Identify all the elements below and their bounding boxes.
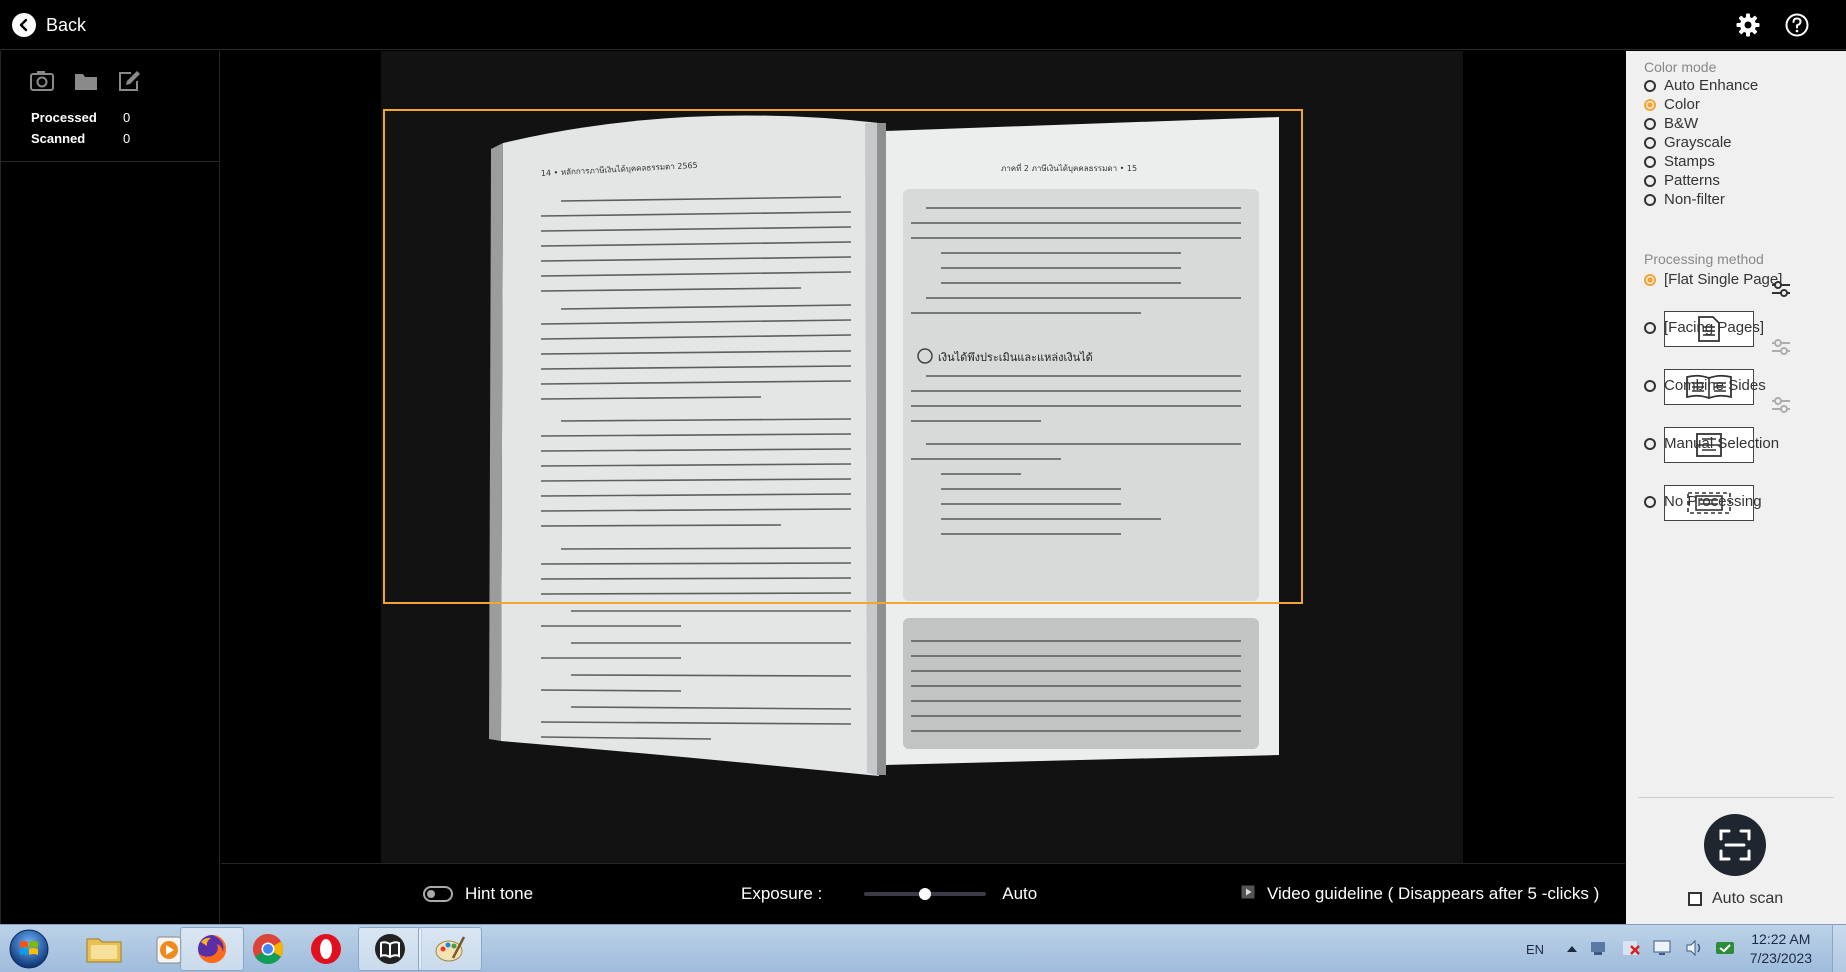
radio-icon (1644, 117, 1656, 130)
radio-icon (1644, 174, 1656, 187)
scanner-app-icon[interactable] (358, 927, 422, 971)
option-label: Non-filter (1664, 191, 1725, 208)
paint-icon[interactable] (418, 927, 482, 971)
option-label: Manual Selection (1664, 435, 1780, 452)
help-icon[interactable] (1784, 12, 1810, 38)
hint-tone-toggle[interactable] (423, 886, 453, 902)
show-desktop-button[interactable] (1832, 925, 1846, 972)
scan-button[interactable] (1704, 814, 1766, 876)
chrome-icon[interactable] (236, 927, 300, 971)
crop-frame[interactable] (383, 109, 1303, 604)
color-mode-title: Color mode (1644, 59, 1717, 75)
method-facing-pages[interactable]: [Facing Pages] (1644, 319, 1764, 336)
radio-icon (1644, 79, 1656, 92)
auto-scan-label: Auto scan (1712, 890, 1784, 907)
option-label: [Facing Pages] (1664, 319, 1765, 336)
right-panel: Color mode Auto Enhance Color B&W Graysc… (1626, 51, 1846, 924)
color-mode-color[interactable]: Color (1644, 96, 1700, 113)
radio-icon (1644, 379, 1656, 392)
flat-page-settings-icon[interactable] (1770, 280, 1792, 298)
option-label: Grayscale (1664, 134, 1732, 151)
hint-tone-label: Hint tone (465, 884, 534, 903)
radio-selected-icon (1644, 273, 1656, 286)
scan-stats: Processed 0 Scanned 0 (31, 107, 130, 149)
method-flat-single-page[interactable]: [Flat Single Page] (1644, 271, 1782, 288)
processed-count: 0 (123, 110, 131, 125)
color-mode-auto-enhance[interactable]: Auto Enhance (1644, 77, 1758, 94)
windows-taskbar: EN 12:22 AM 7/23/2023 (0, 924, 1846, 972)
color-mode-non-filter[interactable]: Non-filter (1644, 191, 1725, 208)
facing-pages-settings-icon[interactable] (1770, 338, 1792, 356)
method-no-processing[interactable]: No Processing (1644, 493, 1762, 510)
system-tray (1566, 925, 1736, 972)
firefox-icon[interactable] (180, 927, 244, 971)
exposure-knob[interactable] (919, 888, 932, 900)
color-mode-stamps[interactable]: Stamps (1644, 153, 1715, 170)
folder-icon[interactable] (73, 69, 99, 93)
back-label: Back (46, 14, 87, 35)
left-divider (1, 161, 220, 162)
method-combine-sides[interactable]: Combine Sides (1644, 377, 1766, 394)
radio-selected-icon (1644, 98, 1656, 111)
video-guideline-link[interactable]: Video guideline ( Disappears after 5 -cl… (1241, 884, 1599, 904)
camera-preview[interactable]: เงินได้พึงประเมินและแหล่งเงินได้ 14 • หล… (221, 51, 1625, 863)
camera-settings-icon[interactable] (29, 69, 55, 93)
start-button[interactable] (8, 928, 50, 970)
back-button[interactable]: Back (12, 10, 86, 40)
language-label: EN (1526, 941, 1545, 957)
language-indicator[interactable]: EN (1526, 925, 1544, 972)
processed-label: Processed (31, 110, 97, 125)
exposure-label: Exposure : (741, 884, 823, 903)
color-mode-bw[interactable]: B&W (1644, 115, 1698, 132)
scan-frame-icon (1719, 829, 1751, 861)
option-label: Combine Sides (1664, 377, 1766, 394)
color-mode-grayscale[interactable]: Grayscale (1644, 134, 1732, 151)
play-icon (1241, 884, 1255, 904)
exposure-auto-label[interactable]: Auto (1002, 884, 1037, 904)
network-tray-icon[interactable] (1588, 938, 1610, 961)
exposure-slider[interactable] (864, 884, 987, 904)
monitor-tray-icon[interactable] (1652, 938, 1674, 961)
checkbox-icon (1688, 892, 1702, 906)
option-label: [Flat Single Page] (1664, 271, 1783, 288)
file-explorer-icon[interactable] (72, 927, 136, 971)
security-tray-icon[interactable] (1620, 938, 1642, 961)
windows-logo-icon (9, 929, 49, 969)
method-manual-selection[interactable]: Manual Selection (1644, 435, 1779, 452)
radio-icon (1644, 437, 1656, 450)
radio-icon (1644, 495, 1656, 508)
right-divider (1638, 797, 1834, 798)
volume-tray-icon[interactable] (1684, 938, 1704, 961)
radio-icon (1644, 136, 1656, 149)
option-label: B&W (1664, 115, 1699, 132)
color-mode-patterns[interactable]: Patterns (1644, 172, 1720, 189)
option-label: Stamps (1664, 153, 1715, 170)
preview-controls: Hint tone Exposure : Auto Video guidelin… (221, 863, 1625, 924)
video-guideline-label: Video guideline ( Disappears after 5 -cl… (1267, 884, 1600, 903)
top-bar: Back (0, 0, 1846, 50)
clock[interactable]: 12:22 AM 7/23/2023 (1750, 930, 1812, 968)
processing-method-title: Processing method (1644, 251, 1764, 267)
option-label: Color (1664, 96, 1700, 113)
radio-icon (1644, 321, 1656, 334)
option-label: Patterns (1664, 172, 1720, 189)
left-panel: Processed 0 Scanned 0 (0, 51, 220, 924)
option-label: No Processing (1664, 493, 1762, 510)
back-arrow-icon (12, 13, 36, 37)
tray-expand-icon[interactable] (1566, 942, 1578, 957)
opera-icon[interactable] (294, 927, 358, 971)
edit-icon[interactable] (117, 69, 143, 93)
radio-icon (1644, 193, 1656, 206)
clock-time: 12:22 AM (1751, 931, 1811, 947)
green-app-tray-icon[interactable] (1714, 938, 1736, 961)
scanned-count: 0 (123, 131, 131, 146)
auto-scan-checkbox[interactable]: Auto scan (1688, 890, 1783, 908)
app-window: Back Processed 0 Scanned 0 เงินได้พึงประ… (0, 0, 1846, 972)
combine-sides-settings-icon[interactable] (1770, 396, 1792, 414)
scanned-label: Scanned (31, 131, 86, 146)
radio-icon (1644, 155, 1656, 168)
gear-icon[interactable] (1735, 12, 1761, 38)
option-label: Auto Enhance (1664, 77, 1759, 94)
clock-date: 7/23/2023 (1749, 950, 1812, 966)
